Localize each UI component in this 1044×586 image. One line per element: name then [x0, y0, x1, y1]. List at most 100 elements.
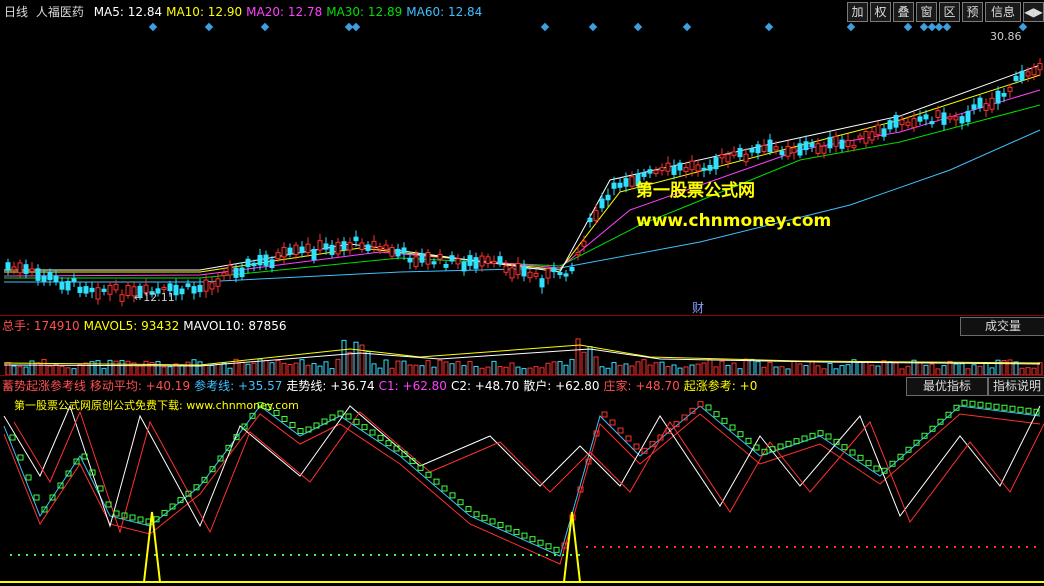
volume-bar	[23, 366, 29, 375]
baseline-dot	[586, 546, 588, 548]
volume-chart[interactable]	[0, 335, 1044, 375]
candle-body	[287, 247, 293, 255]
volume-bar	[827, 362, 833, 375]
signal-marker	[540, 22, 550, 32]
baseline-dot	[754, 546, 756, 548]
toolbar-add-button[interactable]: 加	[847, 2, 868, 22]
sticky-box	[481, 514, 488, 521]
candle-body	[959, 116, 965, 124]
ma-legend: MA5: 12.84 MA10: 12.90 MA20: 12.78 MA30: 12…	[94, 5, 487, 19]
baseline-dot	[882, 546, 884, 548]
volume-bar	[167, 366, 173, 375]
finance-marker[interactable]: 财	[692, 299, 704, 316]
signal-marker	[204, 22, 214, 32]
signal-marker	[260, 22, 270, 32]
high-price-label: 30.86	[990, 30, 1022, 43]
candle-body	[311, 248, 317, 260]
indicator-value: 庄家: +48.70	[603, 379, 680, 393]
sticky-box	[969, 400, 976, 407]
sticky-box	[977, 401, 984, 408]
baseline-dot	[874, 546, 876, 548]
toolbar-overlay-button[interactable]: 叠	[893, 2, 914, 22]
baseline-dot	[10, 554, 12, 556]
indicator-value: C2: +48.70	[450, 379, 520, 393]
toolbar-info-button[interactable]: 信息	[985, 2, 1021, 22]
baseline-dot	[330, 554, 332, 556]
volume-bar	[161, 366, 167, 375]
indicator-note: 第一股票公式网原创公式免费下载: www.chnmoney.com	[14, 399, 299, 412]
volume-bar	[755, 361, 761, 375]
ma-value: MA10: 12.90	[166, 5, 243, 19]
volume-bar	[53, 364, 59, 375]
candle-body	[1001, 92, 1007, 97]
baseline-dot	[194, 554, 196, 556]
sticky-box	[849, 449, 856, 456]
baseline-dot	[906, 546, 908, 548]
baseline-dot	[1026, 546, 1028, 548]
volume-bar	[749, 358, 755, 375]
volume-bar	[455, 361, 461, 375]
baseline-dot	[18, 554, 20, 556]
candle-body	[749, 148, 755, 153]
volume-bar	[983, 362, 989, 375]
candle-body	[941, 112, 947, 125]
volume-bar	[695, 363, 701, 375]
candle-body	[323, 243, 329, 250]
period-label[interactable]: 日线	[4, 5, 28, 19]
sticky-box	[1025, 407, 1032, 414]
candle-body	[1025, 71, 1031, 77]
volume-bar	[731, 362, 737, 375]
volume-bar	[689, 364, 695, 375]
baseline-dot	[610, 546, 612, 548]
baseline-dot	[506, 554, 508, 556]
volume-bar	[953, 363, 959, 375]
toolbar-forecast-button[interactable]: 预	[962, 2, 983, 22]
sticky-box	[361, 424, 368, 431]
volume-bar	[989, 367, 995, 375]
toolbar-weight-button[interactable]: 权	[870, 2, 891, 22]
price-chart[interactable]	[0, 20, 1044, 315]
dealer-line	[13, 410, 1044, 534]
volume-bar	[923, 364, 929, 375]
indicator-help-button[interactable]: 指标说明	[988, 377, 1044, 396]
sticky-box	[337, 410, 344, 417]
volume-bar	[809, 360, 815, 375]
baseline-dot	[978, 546, 980, 548]
volume-bar	[797, 363, 803, 375]
volume-bar	[269, 362, 275, 375]
sticky-box	[1009, 405, 1016, 412]
baseline-dot	[170, 554, 172, 556]
baseline-dot	[866, 546, 868, 548]
baseline-dot	[266, 554, 268, 556]
volume-bar	[371, 363, 377, 375]
volume-bar	[1019, 367, 1025, 375]
candle-body	[101, 288, 107, 292]
candle-body	[191, 286, 197, 294]
volume-bar	[239, 361, 245, 375]
toolbar-window-button[interactable]: 窗	[916, 2, 937, 22]
indicator-chart[interactable]	[0, 396, 1044, 586]
baseline-dot	[66, 554, 68, 556]
baseline-dot	[970, 546, 972, 548]
candle-body	[497, 256, 503, 265]
volume-bar	[101, 367, 107, 375]
candle-body	[59, 281, 65, 290]
baseline-dot	[962, 546, 964, 548]
candle-body	[515, 263, 521, 276]
toolbar-range-button[interactable]: 区	[939, 2, 960, 22]
baseline-dot	[58, 554, 60, 556]
baseline-dot	[650, 546, 652, 548]
candle-body	[203, 279, 209, 292]
baseline-dot	[378, 554, 380, 556]
moving-average-line	[4, 64, 1041, 273]
baseline-dot	[618, 546, 620, 548]
volume-bar	[203, 364, 209, 375]
best-indicator-button[interactable]: 最优指标	[906, 377, 988, 396]
candle-body	[479, 255, 485, 267]
baseline-dot	[82, 554, 84, 556]
toolbar-expand-button[interactable]: ◀▶	[1023, 2, 1044, 22]
volume-select-button[interactable]: 成交量	[960, 317, 1044, 336]
baseline-dot	[450, 554, 452, 556]
indicator-value: 参考线: +35.57	[194, 379, 283, 393]
candle-body	[185, 283, 191, 288]
